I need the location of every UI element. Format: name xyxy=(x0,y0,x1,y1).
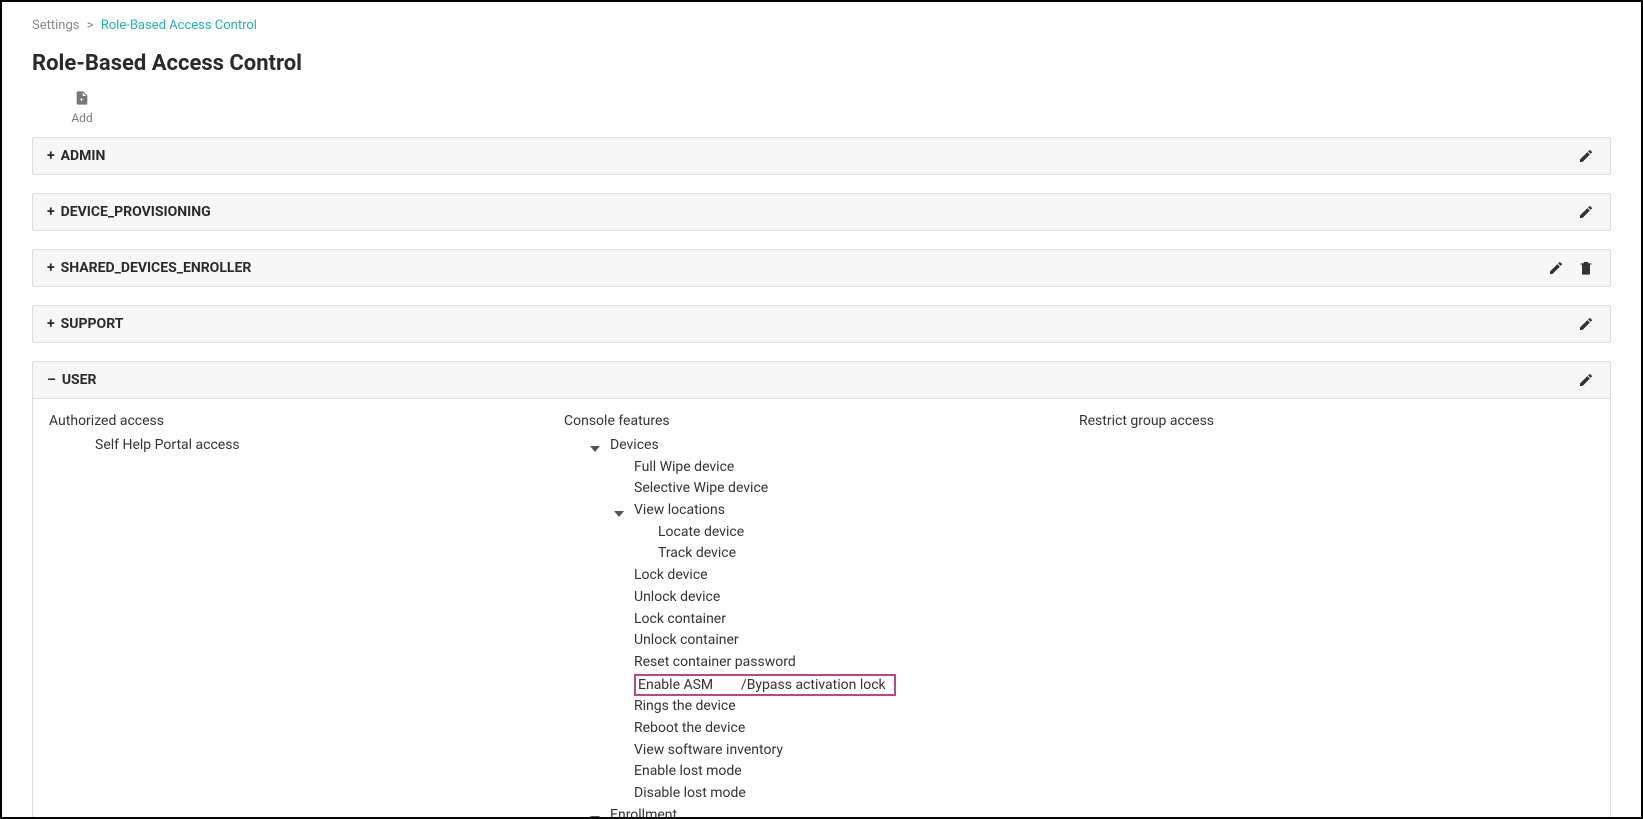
tree-item-view-software-inventory[interactable]: View software inventory xyxy=(564,740,1079,762)
tree-item-rings-device[interactable]: Rings the device xyxy=(564,696,1079,718)
accordion-body-user: Authorized access Self Help Portal acces… xyxy=(33,398,1610,819)
tree-item-full-wipe[interactable]: Full Wipe device xyxy=(564,457,1079,479)
accordion-device-provisioning: + DEVICE_PROVISIONING xyxy=(32,193,1611,231)
edit-button[interactable] xyxy=(1576,202,1596,222)
tree-item-unlock-device[interactable]: Unlock device xyxy=(564,587,1079,609)
tree-item-reboot-device[interactable]: Reboot the device xyxy=(564,718,1079,740)
console-features-heading: Console features xyxy=(564,413,1079,429)
expand-icon: + xyxy=(47,148,55,164)
tree-item-lock-container[interactable]: Lock container xyxy=(564,609,1079,631)
accordion-user: – USER Authorized access Self Help Porta… xyxy=(32,361,1611,819)
edit-button[interactable] xyxy=(1546,258,1566,278)
pencil-icon xyxy=(1578,316,1594,332)
tree-item-selective-wipe[interactable]: Selective Wipe device xyxy=(564,478,1079,500)
tree-node-view-locations[interactable]: View locations xyxy=(564,500,1079,522)
accordion-header-user[interactable]: – USER xyxy=(33,362,1610,398)
tree-node-devices[interactable]: Devices xyxy=(564,435,1079,457)
authorized-access-heading: Authorized access xyxy=(49,413,564,429)
accordion-header-shared-devices-enroller[interactable]: + SHARED_DEVICES_ENROLLER xyxy=(33,250,1610,286)
breadcrumb-current[interactable]: Role-Based Access Control xyxy=(101,18,257,33)
accordion-admin: + ADMIN xyxy=(32,137,1611,175)
tree-item-enable-asm-bypass[interactable]: Enable ASM /Bypass activation lock xyxy=(564,674,1079,697)
tree-item-disable-lost-mode[interactable]: Disable lost mode xyxy=(564,783,1079,805)
tree-item-track-device[interactable]: Track device xyxy=(564,543,1079,565)
collapse-icon: – xyxy=(47,372,56,388)
accordion-title-user: USER xyxy=(62,372,97,388)
column-console-features: Console features Devices Full Wipe devic… xyxy=(564,413,1079,819)
edit-button[interactable] xyxy=(1576,146,1596,166)
accordion-title-shared-devices-enroller: SHARED_DEVICES_ENROLLER xyxy=(61,260,252,276)
restrict-group-access-heading: Restrict group access xyxy=(1079,413,1594,429)
caret-down-icon xyxy=(590,810,602,819)
breadcrumb: Settings > Role-Based Access Control xyxy=(32,18,1611,33)
expand-icon: + xyxy=(47,260,55,276)
breadcrumb-separator: > xyxy=(87,18,94,33)
add-button-label: Add xyxy=(71,111,92,125)
accordion-title-support: SUPPORT xyxy=(61,316,124,332)
pencil-icon xyxy=(1578,372,1594,388)
accordion-shared-devices-enroller: + SHARED_DEVICES_ENROLLER xyxy=(32,249,1611,287)
tree-label: Enrollment xyxy=(610,805,677,819)
tree-label: View locations xyxy=(634,500,725,522)
accordion-header-support[interactable]: + SUPPORT xyxy=(33,306,1610,342)
pencil-icon xyxy=(1578,204,1594,220)
toolbar: Add xyxy=(32,90,1611,125)
tree-item-lock-device[interactable]: Lock device xyxy=(564,565,1079,587)
add-icon xyxy=(74,90,90,111)
pencil-icon xyxy=(1548,260,1564,276)
authorized-access-item[interactable]: Self Help Portal access xyxy=(49,435,564,457)
column-authorized-access: Authorized access Self Help Portal acces… xyxy=(49,413,564,819)
expand-icon: + xyxy=(47,316,55,332)
caret-down-icon xyxy=(614,505,626,517)
edit-button[interactable] xyxy=(1576,370,1596,390)
tree-item-locate-device[interactable]: Locate device xyxy=(564,522,1079,544)
accordion-support: + SUPPORT xyxy=(32,305,1611,343)
tree-item-enable-lost-mode[interactable]: Enable lost mode xyxy=(564,761,1079,783)
accordion-title-admin: ADMIN xyxy=(61,148,106,164)
edit-button[interactable] xyxy=(1576,314,1596,334)
accordion-header-device-provisioning[interactable]: + DEVICE_PROVISIONING xyxy=(33,194,1610,230)
pencil-icon xyxy=(1578,148,1594,164)
column-restrict-group-access: Restrict group access xyxy=(1079,413,1594,819)
tree-item-unlock-container[interactable]: Unlock container xyxy=(564,630,1079,652)
features-tree: Devices Full Wipe device Selective Wipe … xyxy=(564,435,1079,819)
tree-node-enrollment[interactable]: Enrollment xyxy=(564,805,1079,819)
add-button[interactable]: Add xyxy=(62,90,102,125)
tree-item-reset-container-password[interactable]: Reset container password xyxy=(564,652,1079,674)
accordion-title-device-provisioning: DEVICE_PROVISIONING xyxy=(61,204,211,220)
accordion-header-admin[interactable]: + ADMIN xyxy=(33,138,1610,174)
expand-icon: + xyxy=(47,204,55,220)
delete-button[interactable] xyxy=(1576,258,1596,278)
tree-label: Devices xyxy=(610,435,659,457)
caret-down-icon xyxy=(590,440,602,452)
highlight-box: Enable ASM /Bypass activation lock xyxy=(634,674,896,696)
trash-icon xyxy=(1578,260,1594,276)
page-title: Role-Based Access Control xyxy=(32,51,1611,76)
breadcrumb-root[interactable]: Settings xyxy=(32,18,79,33)
